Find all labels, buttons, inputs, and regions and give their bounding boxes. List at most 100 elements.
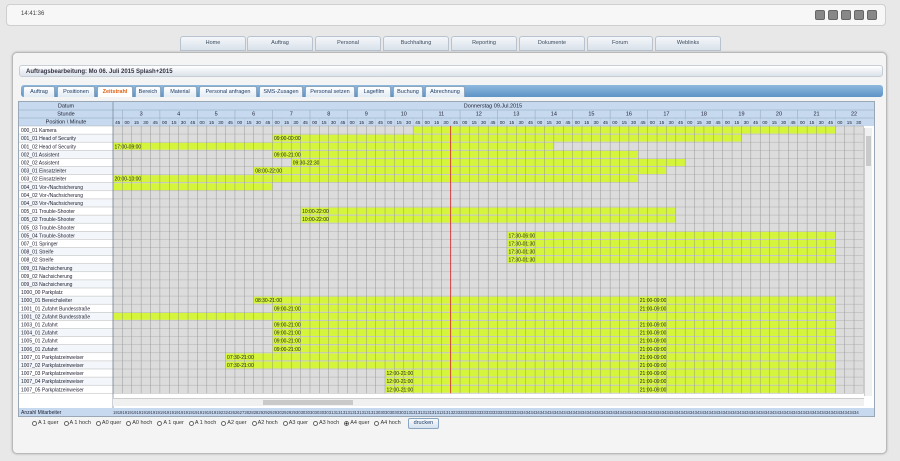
timeline-svg[interactable]: Datum Donnerstag 09.Jul.2015 Stunde Positio…	[19, 102, 874, 416]
shift-label: 09:30-22:30	[293, 161, 320, 167]
print-option-0[interactable]: A 1 quer	[32, 420, 59, 426]
radio-icon[interactable]	[157, 420, 163, 426]
minute-tick: 15	[772, 120, 778, 125]
nav-tab-home[interactable]: Home	[180, 36, 246, 51]
radio-icon[interactable]	[188, 420, 194, 426]
radio-icon[interactable]	[32, 420, 37, 426]
minute-tick: 45	[153, 120, 159, 125]
radio-icon[interactable]	[95, 420, 101, 426]
horizontal-scrollbar[interactable]	[113, 398, 864, 406]
minute-tick: 15	[622, 120, 628, 125]
row-label: 1000_01 Bereichsleiter	[21, 298, 72, 304]
row-label: 003_02 Einsatzleiter	[21, 177, 67, 183]
print-option-7[interactable]: A2 hoch	[251, 420, 278, 426]
subtab-sms-zusagen[interactable]: SMS-Zusagen	[259, 86, 303, 97]
subtab-abrechnung[interactable]: Abrechnung	[425, 86, 465, 97]
subtab-auftrag[interactable]: Auftrag	[23, 86, 55, 97]
minute-tick: 30	[744, 120, 750, 125]
print-button[interactable]: drucken	[407, 417, 440, 429]
radio-icon[interactable]	[63, 420, 69, 426]
main-nav: Home Auftrag Personal Buchhaltung Reporting D…	[0, 36, 900, 51]
shift-bar[interactable]	[506, 231, 836, 239]
vertical-scrollbar[interactable]	[864, 128, 872, 396]
radio-icon[interactable]	[313, 420, 319, 426]
print-option-1[interactable]: A 1 hoch	[63, 420, 91, 426]
shift-label: 21:00-09:00	[640, 363, 667, 369]
scroll-thumb[interactable]	[263, 400, 353, 405]
minute-tick: 30	[556, 120, 562, 125]
minimize-icon[interactable]	[815, 10, 825, 20]
subtab-buchung[interactable]: Buchung	[393, 86, 423, 97]
scroll-thumb[interactable]	[866, 136, 871, 166]
date-value: Donnerstag 09.Jul.2015	[464, 104, 522, 110]
hour-tick-16: 16	[626, 112, 632, 118]
subtab-lagefilm[interactable]: Lagefilm	[357, 86, 391, 97]
subtab-zeitstrahl[interactable]: Zeitstrahl	[97, 86, 133, 97]
shift-bar[interactable]	[638, 296, 836, 304]
subtab-personal-anfragen[interactable]: Personal anfragen	[199, 86, 257, 97]
nav-tab-auftrag[interactable]: Auftrag	[247, 36, 313, 51]
shift-bar[interactable]	[113, 142, 554, 150]
hour-tick-6: 6	[252, 112, 255, 118]
shift-bar[interactable]	[638, 337, 836, 345]
shift-bar[interactable]	[113, 312, 836, 320]
shift-label: 09:00-21:00	[274, 306, 301, 312]
shift-bar[interactable]	[506, 248, 836, 255]
print-option-2[interactable]: A0 quer	[95, 420, 121, 426]
shift-bar[interactable]	[638, 353, 836, 361]
shift-bar[interactable]	[638, 329, 836, 336]
minute-tick: 15	[509, 120, 515, 125]
radio-icon[interactable]	[221, 420, 227, 426]
shift-bar[interactable]	[506, 256, 836, 264]
subtab-bereich[interactable]: Bereich	[135, 86, 161, 97]
shift-bar[interactable]	[413, 126, 836, 134]
save-icon[interactable]	[828, 10, 838, 20]
print-option-10[interactable]: A4 quer	[344, 420, 369, 426]
footer-label: Anzahl Mitarbeiter	[21, 410, 62, 416]
shift-bar[interactable]	[506, 240, 836, 247]
nav-tab-forum[interactable]: Forum	[587, 36, 653, 51]
minute-tick: 30	[594, 120, 600, 125]
shift-bar[interactable]	[638, 321, 836, 328]
print-option-3[interactable]: A0 hoch	[126, 420, 152, 426]
shift-bar[interactable]	[638, 385, 836, 393]
subtab-positionen[interactable]: Positionen	[57, 86, 95, 97]
shift-bar[interactable]	[638, 304, 836, 312]
nav-tab-personal[interactable]: Personal	[315, 36, 381, 51]
subtab-personal-setzen[interactable]: Personal setzen	[305, 86, 355, 97]
nav-tab-buchhaltung[interactable]: Buchhaltung	[383, 36, 449, 51]
radio-icon[interactable]	[126, 420, 132, 426]
print-option-6[interactable]: A2 quer	[221, 420, 247, 426]
radio-icon[interactable]	[344, 420, 350, 426]
radio-icon[interactable]	[251, 420, 257, 426]
nav-tab-reporting[interactable]: Reporting	[451, 36, 517, 51]
shift-bar[interactable]	[113, 183, 273, 191]
minute-tick: 45	[790, 120, 796, 125]
radio-icon[interactable]	[282, 420, 288, 426]
print-icon[interactable]	[841, 10, 851, 20]
hour-label: Stunde	[57, 112, 74, 118]
tools-icon[interactable]	[854, 10, 864, 20]
nav-tab-dokumente[interactable]: Dokumente	[519, 36, 585, 51]
shift-bar[interactable]	[638, 345, 836, 353]
minute-tick: 30	[856, 120, 862, 125]
print-option-11[interactable]: A4 hoch	[374, 420, 401, 426]
row-label: 008_01 Streife	[21, 250, 54, 256]
shift-bar[interactable]	[272, 150, 639, 158]
hour-tick-19: 19	[738, 112, 744, 118]
print-option-9[interactable]: A3 hoch	[313, 420, 339, 426]
help-icon[interactable]	[867, 10, 877, 20]
row-label: 1004_01 Zufahrt	[21, 331, 58, 337]
print-option-4[interactable]: A 1 quer	[157, 420, 184, 426]
shift-bar[interactable]	[638, 369, 836, 377]
subtab-material[interactable]: Material	[163, 86, 197, 97]
shift-bar[interactable]	[638, 361, 836, 369]
print-option-5[interactable]: A 1 hoch	[188, 420, 216, 426]
print-option-8[interactable]: A3 quer	[282, 420, 308, 426]
nav-tab-weblinks[interactable]: Weblinks	[655, 36, 721, 51]
hour-tick-14: 14	[551, 112, 557, 118]
radio-icon[interactable]	[374, 420, 380, 426]
hour-tick-7: 7	[290, 112, 293, 118]
shift-bar[interactable]	[638, 377, 836, 385]
minute-tick: 00	[575, 120, 581, 125]
